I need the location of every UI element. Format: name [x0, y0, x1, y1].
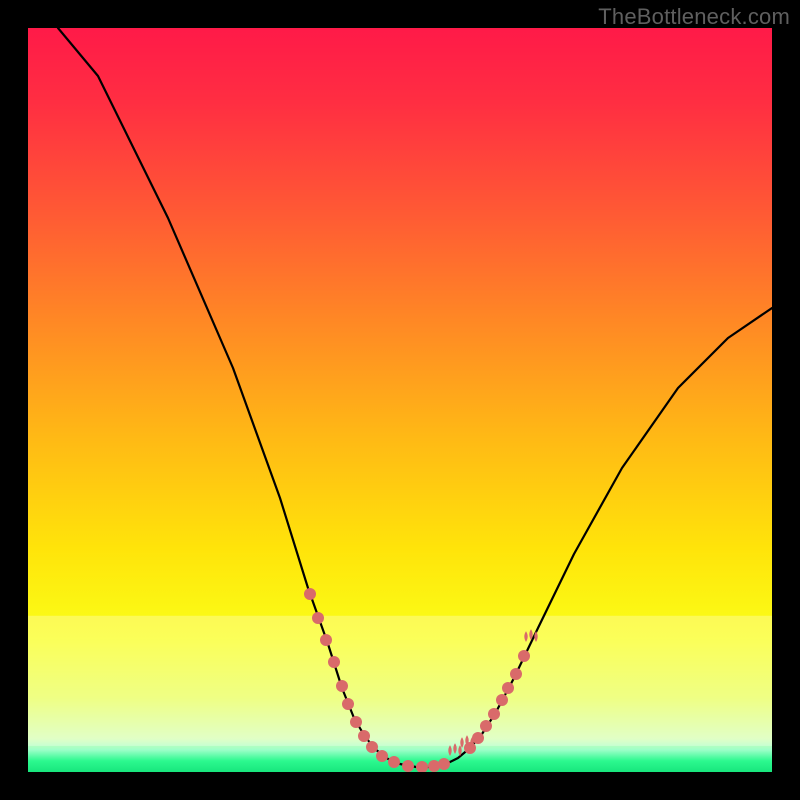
data-marker	[472, 732, 484, 744]
data-marker	[438, 758, 450, 770]
data-marker	[336, 680, 348, 692]
data-marker	[304, 588, 316, 600]
data-marker	[502, 682, 514, 694]
data-marker	[376, 750, 388, 762]
data-marker	[366, 741, 378, 753]
data-marker	[350, 716, 362, 728]
data-marker	[402, 760, 414, 772]
data-marker	[312, 612, 324, 624]
data-marker	[388, 756, 400, 768]
data-marker	[464, 742, 476, 754]
data-marker	[358, 730, 370, 742]
chart-frame	[28, 28, 772, 772]
data-marker	[488, 708, 500, 720]
data-marker	[320, 634, 332, 646]
watermark-text: TheBottleneck.com	[598, 4, 790, 30]
data-marker	[428, 760, 440, 772]
data-marker	[518, 650, 530, 662]
data-marker	[510, 668, 522, 680]
pale-band	[28, 616, 772, 746]
data-marker	[342, 698, 354, 710]
data-marker	[496, 694, 508, 706]
data-marker	[328, 656, 340, 668]
data-marker	[480, 720, 492, 732]
bottleneck-chart	[28, 28, 772, 772]
